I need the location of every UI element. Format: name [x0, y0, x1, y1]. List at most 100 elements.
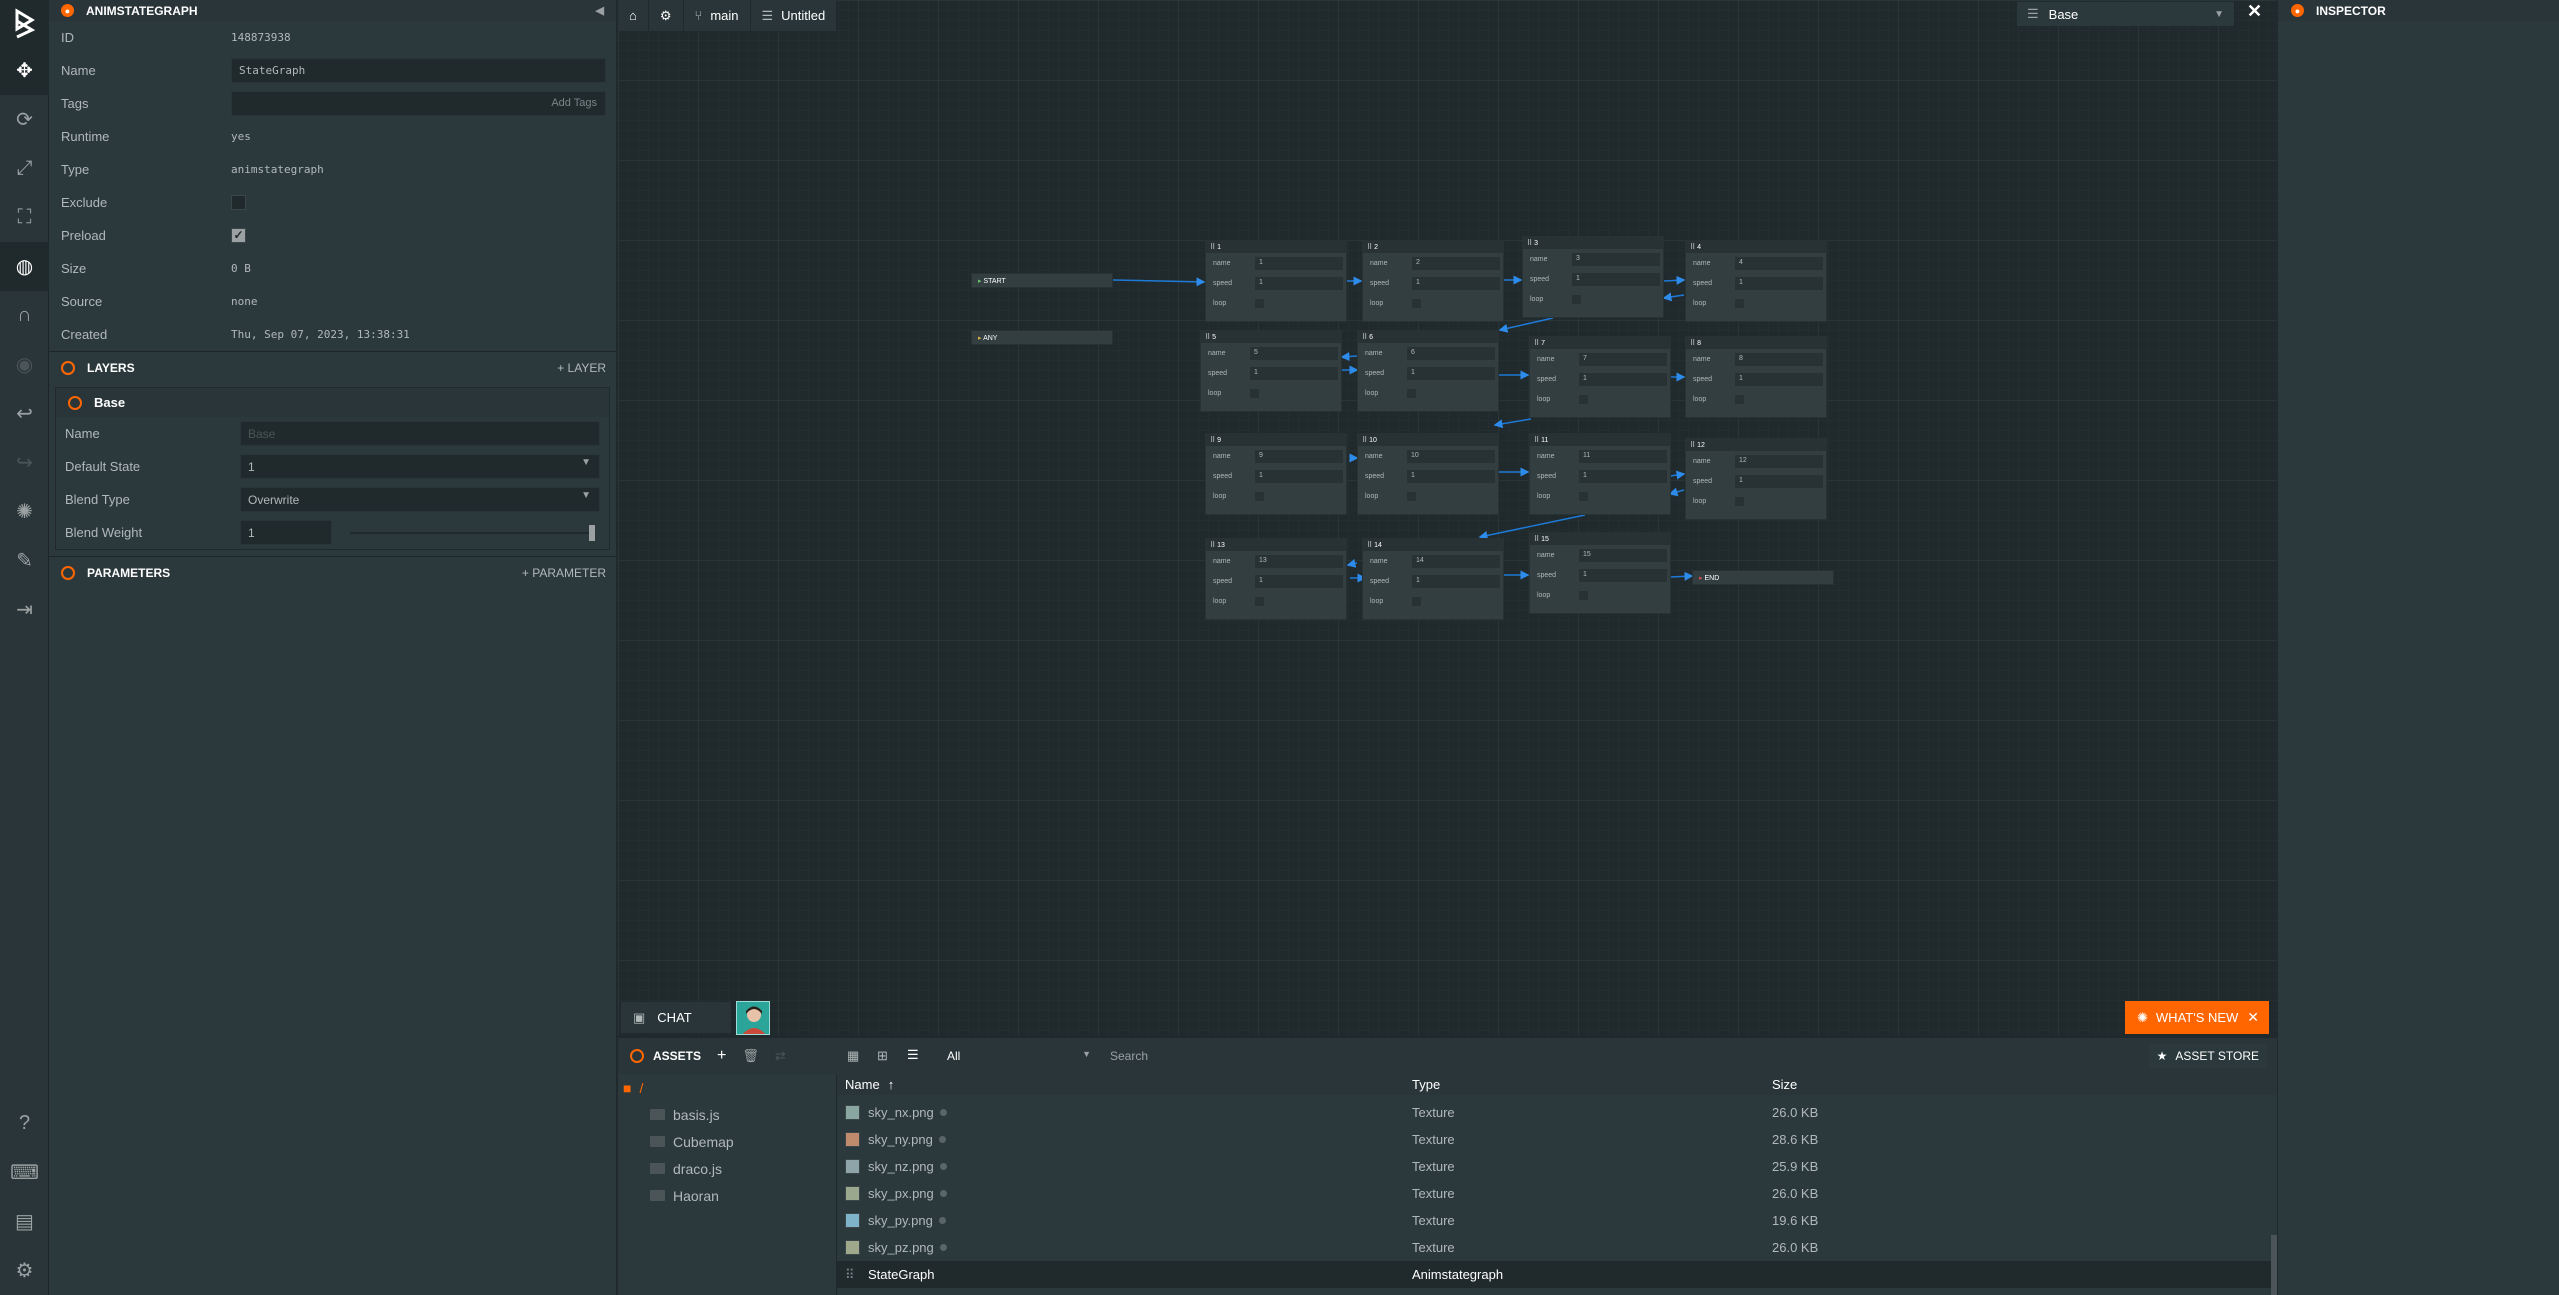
node-speed-input[interactable]: 1: [1579, 469, 1667, 483]
small-grid-icon[interactable]: ⊞: [877, 1048, 888, 1064]
node-loop-checkbox[interactable]: [1412, 298, 1421, 308]
blend-weight-input[interactable]: 1: [240, 520, 332, 545]
node-loop-checkbox[interactable]: [1255, 596, 1264, 606]
node-speed-input[interactable]: 1: [1412, 276, 1500, 290]
translate-icon[interactable]: ✥: [0, 46, 49, 95]
redo-icon[interactable]: ↪: [0, 438, 49, 487]
state-node[interactable]: ⠿ 10 name 10 speed 1 loop: [1357, 433, 1499, 515]
table-row[interactable]: sky_pz.png Texture 26.0 KB: [837, 1234, 2277, 1261]
node-loop-checkbox[interactable]: [1735, 298, 1744, 308]
state-node[interactable]: ⠿ 2 name 2 speed 1 loop: [1362, 240, 1504, 322]
root-folder[interactable]: ■ /: [618, 1074, 836, 1101]
node-speed-input[interactable]: 1: [1735, 372, 1823, 386]
keyboard-icon[interactable]: ⌨: [0, 1148, 49, 1197]
chat-button[interactable]: ▣ CHAT: [621, 1002, 731, 1033]
home-button[interactable]: ⌂: [618, 0, 649, 31]
details-view-icon[interactable]: ☰: [907, 1047, 919, 1063]
state-node[interactable]: ⠿ 7 name 7 speed 1 loop: [1529, 336, 1671, 418]
layers-section-header[interactable]: LAYERS + LAYER: [49, 351, 616, 384]
node-speed-input[interactable]: 1: [1735, 276, 1823, 290]
magnet-icon[interactable]: ∩: [0, 291, 49, 340]
slider-handle[interactable]: [589, 524, 595, 541]
delete-icon[interactable]: 🗑: [742, 1048, 759, 1064]
close-graph-icon[interactable]: ✕: [2247, 1, 2262, 22]
node-loop-checkbox[interactable]: [1250, 388, 1259, 398]
node-name-input[interactable]: 6: [1407, 346, 1495, 360]
table-row[interactable]: ⠿ StateGraph Animstategraph: [837, 1261, 2277, 1288]
layer-name-input[interactable]: Base: [240, 421, 600, 446]
asset-filter-select[interactable]: All ▼: [937, 1046, 1099, 1066]
preload-checkbox[interactable]: ✓: [231, 228, 246, 243]
settings-button[interactable]: ⚙: [648, 0, 684, 31]
tree-folder[interactable]: draco.js: [618, 1155, 836, 1182]
add-layer-button[interactable]: + LAYER: [557, 361, 606, 375]
collapse-icon[interactable]: [68, 395, 82, 410]
node-speed-input[interactable]: 1: [1579, 372, 1667, 386]
name-column-header[interactable]: Name ↑: [837, 1077, 1412, 1092]
collapse-icon[interactable]: [630, 1049, 644, 1063]
state-node[interactable]: ⠿ 5 name 5 speed 1 loop: [1200, 330, 1342, 412]
node-loop-checkbox[interactable]: [1579, 394, 1588, 404]
node-name-input[interactable]: 13: [1255, 554, 1343, 568]
state-node[interactable]: ⠿ 12 name 12 speed 1 loop: [1685, 438, 1827, 520]
tree-folder[interactable]: Haoran: [618, 1182, 836, 1209]
node-name-input[interactable]: 2: [1412, 256, 1500, 270]
node-name-input[interactable]: 11: [1579, 449, 1667, 463]
large-grid-icon[interactable]: ▦: [847, 1048, 859, 1064]
node-name-input[interactable]: 1: [1255, 256, 1343, 270]
state-node[interactable]: ⠿ 14 name 14 speed 1 loop: [1362, 538, 1504, 620]
help-icon[interactable]: ?: [0, 1099, 49, 1148]
table-row[interactable]: sky_py.png Texture 19.6 KB: [837, 1207, 2277, 1234]
chat-bubble-icon[interactable]: ▤: [0, 1197, 49, 1246]
node-name-input[interactable]: 12: [1735, 454, 1823, 468]
close-icon[interactable]: ✕: [2247, 1009, 2259, 1026]
node-name-input[interactable]: 4: [1735, 256, 1823, 270]
layer-header[interactable]: Base: [56, 388, 609, 417]
node-speed-input[interactable]: 1: [1255, 276, 1343, 290]
node-speed-input[interactable]: 1: [1735, 474, 1823, 488]
node-speed-input[interactable]: 1: [1572, 272, 1660, 286]
add-asset-icon[interactable]: +: [717, 1047, 726, 1065]
state-node[interactable]: ⠿ 8 name 8 speed 1 loop: [1685, 336, 1827, 418]
code-editor-icon[interactable]: ✎: [0, 536, 49, 585]
state-node[interactable]: ⠿ 1 name 1 speed 1 loop: [1205, 240, 1347, 322]
table-row[interactable]: sky_nx.png Texture 26.0 KB: [837, 1099, 2277, 1126]
publish-icon[interactable]: ⇥: [0, 585, 49, 634]
scale-icon[interactable]: ⤢: [0, 144, 49, 193]
collapse-arrow-icon[interactable]: ◀: [596, 4, 604, 17]
avatar[interactable]: [736, 1001, 770, 1035]
node-loop-checkbox[interactable]: [1735, 394, 1744, 404]
size-column-header[interactable]: Size: [1772, 1077, 1912, 1092]
type-column-header[interactable]: Type: [1412, 1077, 1772, 1092]
default-state-select[interactable]: 1 ▼: [240, 454, 600, 479]
tags-input[interactable]: Add Tags: [231, 91, 606, 116]
resize-icon[interactable]: ⛶: [0, 193, 49, 242]
node-name-input[interactable]: 15: [1579, 548, 1667, 562]
tree-folder[interactable]: Cubemap: [618, 1128, 836, 1155]
playcanvas-logo-icon[interactable]: [0, 0, 49, 46]
end-node[interactable]: ▸ END: [1692, 570, 1834, 585]
state-node[interactable]: ⠿ 11 name 11 speed 1 loop: [1529, 433, 1671, 515]
collapse-icon[interactable]: [61, 566, 75, 580]
state-node[interactable]: ⠿ 4 name 4 speed 1 loop: [1685, 240, 1827, 322]
node-name-input[interactable]: 14: [1412, 554, 1500, 568]
scrollbar-thumb[interactable]: [2271, 1235, 2277, 1295]
whats-new-button[interactable]: ✺ WHAT'S NEW ✕: [2125, 1001, 2269, 1034]
node-loop-checkbox[interactable]: [1735, 496, 1744, 506]
state-node[interactable]: ⠿ 15 name 15 speed 1 loop: [1529, 532, 1671, 614]
table-row[interactable]: sky_nz.png Texture 25.9 KB: [837, 1153, 2277, 1180]
add-parameter-button[interactable]: + PARAMETER: [522, 566, 606, 580]
node-name-input[interactable]: 9: [1255, 449, 1343, 463]
state-node[interactable]: ⠿ 13 name 13 speed 1 loop: [1205, 538, 1347, 620]
exclude-checkbox[interactable]: [231, 195, 246, 210]
undo-icon[interactable]: ↩: [0, 389, 49, 438]
lightbulb-icon[interactable]: ✺: [0, 487, 49, 536]
node-speed-input[interactable]: 1: [1579, 568, 1667, 582]
node-speed-input[interactable]: 1: [1407, 366, 1495, 380]
scene-button[interactable]: ☰ Untitled: [750, 0, 838, 31]
node-name-input[interactable]: 7: [1579, 352, 1667, 366]
asset-store-button[interactable]: ★ ASSET STORE: [2148, 1044, 2267, 1068]
blend-weight-slider[interactable]: [350, 524, 595, 541]
tree-folder[interactable]: basis.js: [618, 1101, 836, 1128]
node-name-input[interactable]: 3: [1572, 252, 1660, 266]
